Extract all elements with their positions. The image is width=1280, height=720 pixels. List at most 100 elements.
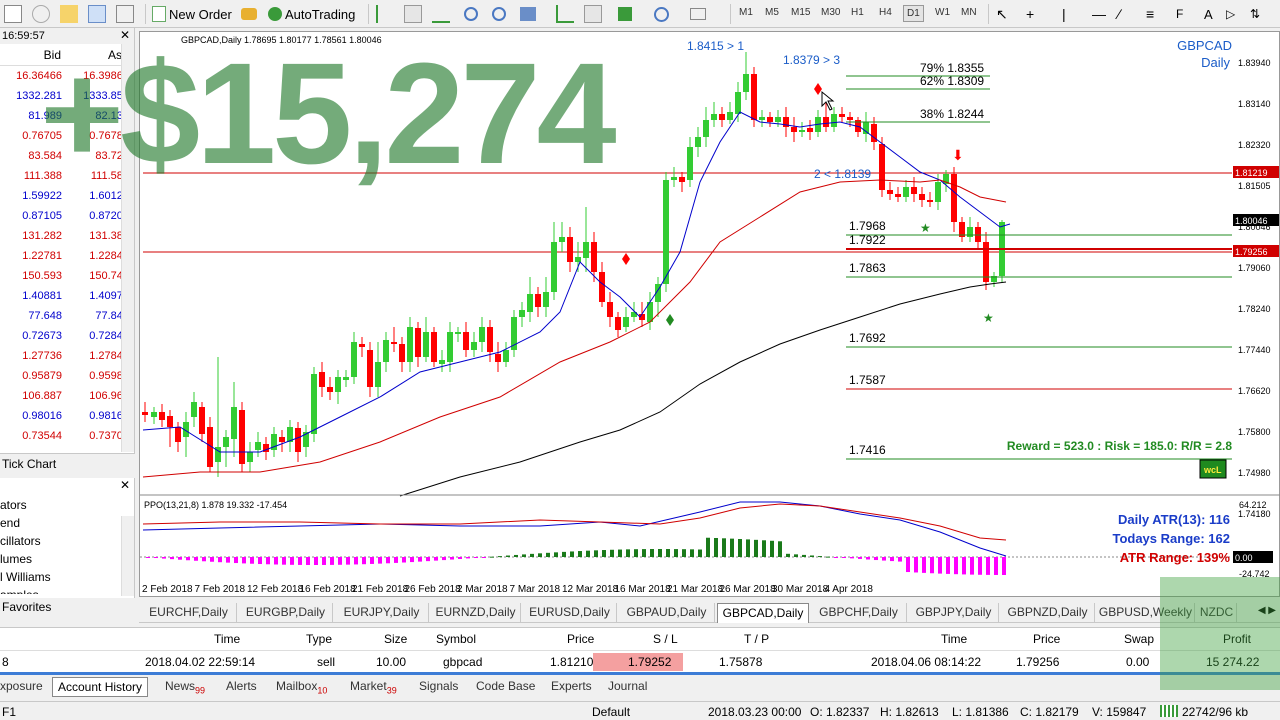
status-profile[interactable]: Default xyxy=(592,705,630,719)
tab-market[interactable]: Market39 xyxy=(350,677,397,699)
close-icon[interactable]: ✕ xyxy=(120,28,130,42)
tile-windows-icon[interactable] xyxy=(520,3,539,25)
navigator-item[interactable]: lumes xyxy=(0,550,134,568)
chart-shift-icon[interactable] xyxy=(556,3,577,25)
tab-chart[interactable]: EURUSD,Daily xyxy=(523,603,617,623)
tab-code-base[interactable]: Code Base xyxy=(476,677,535,695)
tf-m1[interactable]: M1 xyxy=(736,5,756,20)
list-item[interactable]: 150.593 150.743 xyxy=(0,266,134,286)
list-item[interactable]: 83.584 83.720 xyxy=(0,146,134,166)
navigator-item[interactable]: amples xyxy=(0,586,134,594)
new-chart-icon[interactable] xyxy=(4,3,25,25)
templates-icon[interactable] xyxy=(690,3,709,25)
tab-exposure[interactable]: xposure xyxy=(0,677,43,695)
price-chart-canvas[interactable]: 1.83940 1.83140 1.82320 1.81505 1.80046 1.790… xyxy=(140,32,1280,598)
horizontal-line-icon[interactable]: — xyxy=(1092,3,1106,25)
tab-alerts[interactable]: Alerts xyxy=(226,677,257,695)
arrows-icon[interactable]: ⇅ xyxy=(1250,3,1260,25)
navigator-item[interactable]: end xyxy=(0,514,134,532)
candlestick-icon[interactable] xyxy=(404,3,425,25)
tab-chart[interactable]: GBPNZD,Daily xyxy=(1001,603,1095,623)
tab-chart[interactable]: GBPAUD,Daily xyxy=(619,603,715,623)
tab-favorites[interactable]: Favorites xyxy=(0,600,51,614)
col-header-swap[interactable]: Swap xyxy=(1124,632,1154,646)
tab-chart[interactable]: GBPJPY,Daily xyxy=(909,603,999,623)
text-icon[interactable]: A xyxy=(1204,3,1213,25)
list-item[interactable]: 1.22781 1.22841 xyxy=(0,246,134,266)
list-item[interactable]: 0.95879 0.95988 xyxy=(0,366,134,386)
tab-chart[interactable]: EURJPY,Daily xyxy=(335,603,429,623)
market-watch-scrollbar[interactable] xyxy=(121,44,134,452)
zoom-tool-icon[interactable] xyxy=(116,3,137,25)
list-item[interactable]: 0.87105 0.87205 xyxy=(0,206,134,226)
list-item[interactable]: 81.989 82.130 xyxy=(0,106,134,126)
autoscroll-icon[interactable] xyxy=(584,3,605,25)
trendline-icon[interactable]: ∕ xyxy=(1118,3,1120,25)
tab-chart[interactable]: EURNZD,Daily xyxy=(431,603,521,623)
channel-icon[interactable]: ≡ xyxy=(1146,3,1154,25)
col-header-price[interactable]: Price xyxy=(567,632,594,646)
tab-news[interactable]: News99 xyxy=(165,677,205,699)
new-order-button[interactable]: New Order xyxy=(152,3,232,25)
tab-mailbox[interactable]: Mailbox10 xyxy=(276,677,327,699)
col-header-sl[interactable]: S / L xyxy=(653,632,678,646)
list-item[interactable]: 0.73544 0.73705 xyxy=(0,426,134,446)
tf-h4[interactable]: H4 xyxy=(876,5,895,20)
tab-chart[interactable]: GBPCAD,Daily xyxy=(717,603,809,623)
navigator-item[interactable]: ators xyxy=(0,496,134,514)
tab-tick-chart[interactable]: Tick Chart xyxy=(0,457,56,471)
bid-column-header[interactable]: Bid xyxy=(0,44,67,65)
col-header-tp[interactable]: T / P xyxy=(744,632,769,646)
close-icon[interactable]: ✕ xyxy=(120,478,130,492)
list-item[interactable]: 16.36466 16.39864 xyxy=(0,66,134,86)
price-chart-window[interactable]: 1.83940 1.83140 1.82320 1.81505 1.80046 1.790… xyxy=(139,31,1280,597)
navigator-item[interactable]: cillators xyxy=(0,532,134,550)
list-item[interactable]: 0.98016 0.98166 xyxy=(0,406,134,426)
tf-h1[interactable]: H1 xyxy=(848,5,867,20)
bar-chart-icon[interactable] xyxy=(376,3,397,25)
col-header-size[interactable]: Size xyxy=(384,632,407,646)
fibonacci-icon[interactable]: F xyxy=(1176,3,1183,25)
list-item[interactable]: 77.648 77.848 xyxy=(0,306,134,326)
col-header-close-price[interactable]: Price xyxy=(1033,632,1060,646)
tf-m30[interactable]: M30 xyxy=(818,5,843,20)
table-row[interactable]: 8 2018.04.02 22:59:14 sell 10.00 gbpcad … xyxy=(0,650,1280,671)
strategy-icon[interactable] xyxy=(241,3,260,25)
label-icon[interactable]: ▷ xyxy=(1226,3,1235,25)
crosshair-move-icon[interactable] xyxy=(32,3,53,25)
window-icon[interactable] xyxy=(88,3,109,25)
col-header-close-time[interactable]: Time xyxy=(941,632,967,646)
line-chart-icon[interactable] xyxy=(432,3,453,25)
periods-icon[interactable] xyxy=(654,3,672,25)
list-item[interactable]: 0.72673 0.72844 xyxy=(0,326,134,346)
tf-m5[interactable]: M5 xyxy=(762,5,782,20)
navigator-item[interactable]: l Williams xyxy=(0,568,134,586)
tf-m15[interactable]: M15 xyxy=(788,5,813,20)
cursor-icon[interactable]: ↖ xyxy=(996,3,1008,25)
col-header-type[interactable]: Type xyxy=(306,632,332,646)
list-item[interactable]: 106.887 106.967 xyxy=(0,386,134,406)
tab-journal[interactable]: Journal xyxy=(608,677,647,695)
tab-signals[interactable]: Signals xyxy=(419,677,458,695)
zoom-out-icon[interactable] xyxy=(492,3,509,25)
list-item[interactable]: 131.282 131.382 xyxy=(0,226,134,246)
zoom-in-icon[interactable] xyxy=(464,3,481,25)
list-item[interactable]: 1332.281 1333.850 xyxy=(0,86,134,106)
list-item[interactable]: 1.59922 1.60122 xyxy=(0,186,134,206)
tf-mn[interactable]: MN xyxy=(958,5,980,20)
autotrading-button[interactable]: AutoTrading xyxy=(268,3,355,25)
list-item[interactable]: 1.27736 1.27846 xyxy=(0,346,134,366)
indicators-icon[interactable] xyxy=(618,3,635,25)
tab-account-history[interactable]: Account History xyxy=(52,677,149,697)
list-item[interactable]: 1.40881 1.40971 xyxy=(0,286,134,306)
crosshair-icon[interactable]: + xyxy=(1026,3,1034,25)
navigator-scrollbar[interactable] xyxy=(121,516,134,596)
folder-icon[interactable] xyxy=(60,3,81,25)
col-header-symbol[interactable]: Symbol xyxy=(436,632,476,646)
vertical-line-icon[interactable]: | xyxy=(1062,3,1066,25)
tab-experts[interactable]: Experts xyxy=(551,677,592,695)
tab-chart[interactable]: EURCHF,Daily xyxy=(141,603,237,623)
tf-d1[interactable]: D1 xyxy=(903,5,924,22)
col-header-time[interactable]: Time xyxy=(214,632,240,646)
tab-chart[interactable]: GBPCHF,Daily xyxy=(811,603,907,623)
